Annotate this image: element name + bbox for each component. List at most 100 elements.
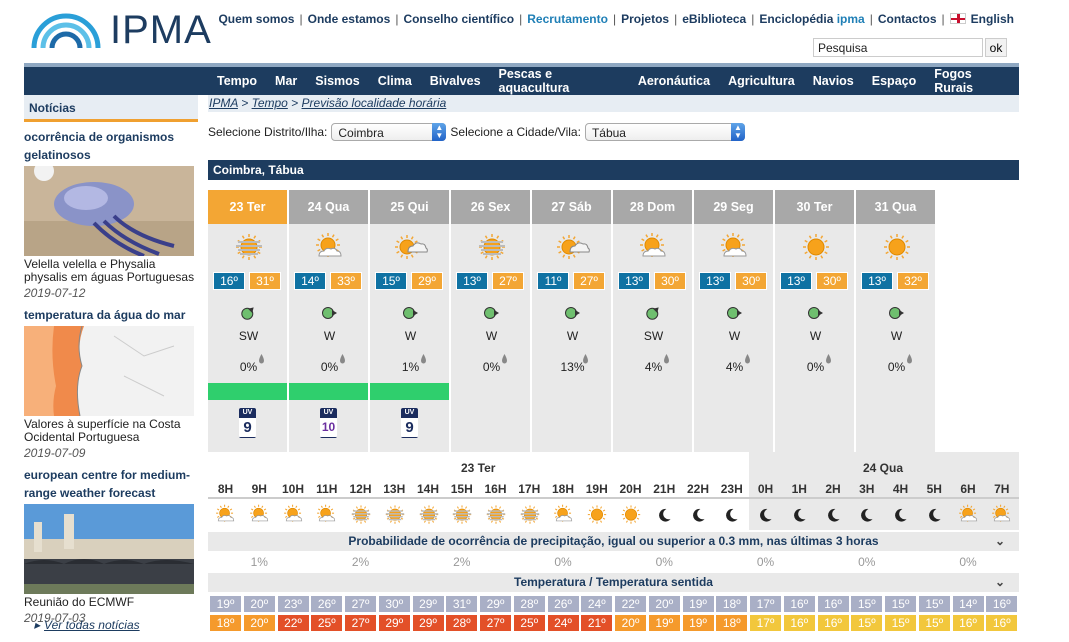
- wind-arrow-icon: [403, 307, 418, 319]
- all-news-link[interactable]: Ver todas notícias: [34, 618, 140, 632]
- precip-probability: 0%: [482, 360, 501, 374]
- link-english[interactable]: English: [945, 12, 1019, 26]
- day-column[interactable]: 24 Qua 14º 33º W 0% UV 10: [289, 190, 370, 452]
- location-title: Coimbra, Tábua: [208, 160, 1019, 180]
- link-conselho-cientifico[interactable]: Conselho científico: [398, 12, 519, 26]
- link-enciclopedia[interactable]: Enciclopédia ipma: [754, 12, 869, 26]
- hourly-feels-like: 18º: [210, 615, 241, 631]
- link-projetos[interactable]: Projetos: [616, 12, 674, 26]
- breadcrumb-current[interactable]: Previsão localidade horária: [302, 96, 447, 110]
- breadcrumb-ipma[interactable]: IPMA: [209, 96, 238, 110]
- news-title[interactable]: temperatura da água do mar: [24, 306, 198, 324]
- hourly-temperature: 26º: [311, 596, 343, 612]
- moon-icon: [928, 508, 941, 522]
- haze-sun-icon: [520, 505, 539, 524]
- hourly-weather: [552, 504, 585, 526]
- nav-sismos[interactable]: Sismos: [306, 74, 368, 88]
- temperature-section-title: Temperatura / Temperatura sentida: [514, 575, 713, 589]
- hour-label: 6H: [960, 482, 976, 496]
- hour-label: 21H: [653, 482, 676, 496]
- hourly-precip-value: 0%: [858, 555, 876, 569]
- cidade-select[interactable]: Tábua ▲ ▼: [584, 123, 745, 141]
- hour-label: 0H: [757, 482, 774, 496]
- temp-min: 11º: [537, 272, 569, 290]
- wind-indicator: [483, 305, 499, 321]
- nav-fogos-rurais[interactable]: Fogos Rurais: [925, 67, 1019, 95]
- link-recrutamento[interactable]: Recrutamento: [522, 12, 613, 26]
- day-column[interactable]: 29 Seg 13º 30º W 4%: [694, 190, 775, 452]
- temp-max: 30º: [816, 272, 848, 290]
- hourly-precip-value: 0%: [554, 555, 572, 569]
- search-input[interactable]: [813, 38, 983, 57]
- hour-label: 3H: [859, 482, 875, 496]
- precip-section-header[interactable]: Probabilidade de ocorrência de precipita…: [208, 532, 1019, 551]
- hour-label: 15H: [450, 482, 473, 496]
- news-image-sea-temperature[interactable]: [24, 326, 194, 416]
- temp-min: 13º: [618, 272, 650, 290]
- wind-direction: W: [323, 329, 336, 343]
- ipma-logo[interactable]: IPMA: [30, 8, 211, 52]
- precip-probability: 0%: [806, 360, 825, 374]
- day-column[interactable]: 27 Sáb 11º 27º W 13%: [532, 190, 613, 452]
- wind-indicator: [888, 305, 904, 321]
- hourly-weather: [957, 504, 990, 526]
- nav-bivalves[interactable]: Bivalves: [421, 74, 490, 88]
- day-column[interactable]: 28 Dom 13º 30º SW 4%: [613, 190, 694, 452]
- news-image-jellyfish[interactable]: [24, 166, 194, 256]
- nav-espaco[interactable]: Espaço: [863, 74, 925, 88]
- hourly-feels-like: 20º: [243, 615, 275, 631]
- haze-sun-icon: [479, 234, 505, 260]
- daily-forecast: 23 Ter 16º 31º SW 0% UV 9 24 Qua 14º 33º W…: [208, 190, 937, 452]
- day-column[interactable]: 26 Sex 13º 27º W 0%: [451, 190, 532, 452]
- news-title[interactable]: ocorrência de organismos gelatinosos: [24, 128, 198, 164]
- distrito-select[interactable]: Coimbra ▲ ▼: [331, 123, 447, 141]
- hourly-feels-like: 27º: [480, 615, 511, 631]
- nav-pescas[interactable]: Pescas e aquacultura: [490, 67, 629, 95]
- hourly-weather: [450, 504, 483, 526]
- nav-clima[interactable]: Clima: [369, 74, 421, 88]
- sun-cloud-icon: [283, 504, 302, 522]
- link-contactos[interactable]: Contactos: [873, 12, 942, 26]
- uk-flag-icon: [949, 13, 966, 24]
- hourly-feels-like: 15º: [851, 615, 883, 631]
- wind-indicator: [321, 305, 337, 321]
- chevron-down-icon: ⌄: [994, 534, 1005, 548]
- hourly-weather: [248, 504, 281, 526]
- news-title[interactable]: european centre for medium-range weather…: [24, 466, 198, 502]
- day-column[interactable]: 23 Ter 16º 31º SW 0% UV 9: [208, 190, 289, 452]
- day-label: 30 Ter: [775, 190, 854, 224]
- hourly-temperature: 23º: [277, 596, 309, 612]
- temperature-section-header[interactable]: Temperatura / Temperatura sentida ⌄: [208, 573, 1019, 592]
- link-onde-estamos[interactable]: Onde estamos: [303, 12, 396, 26]
- nav-tempo[interactable]: Tempo: [208, 74, 266, 88]
- hourly-feels-like: 20º: [615, 615, 646, 631]
- precip-probability: 4%: [725, 360, 744, 374]
- moon-icon: [726, 508, 738, 522]
- warning-level-bar: [208, 383, 287, 400]
- nav-aeronautica[interactable]: Aeronáutica: [629, 74, 719, 88]
- temp-max: 27º: [573, 272, 605, 290]
- hourly-feels-like: 19º: [648, 615, 680, 631]
- sun-icon: [884, 234, 910, 260]
- temp-min: 13º: [699, 272, 731, 290]
- uv-label: UV: [323, 409, 334, 416]
- day-label: 29 Seg: [694, 190, 773, 224]
- news-image-ecmwf[interactable]: [24, 504, 194, 594]
- day-label: 28 Dom: [613, 190, 692, 224]
- day-column[interactable]: 30 Ter 13º 30º W 0%: [775, 190, 856, 452]
- nav-navios[interactable]: Navios: [804, 74, 863, 88]
- ipma-arc-icon: [31, 13, 101, 49]
- day-column[interactable]: 25 Qui 15º 29º W 1% UV 9: [370, 190, 451, 452]
- link-ebiblioteca[interactable]: eBiblioteca: [677, 12, 751, 26]
- hourly-temperature: 28º: [513, 596, 545, 612]
- hourly-weather: [417, 504, 450, 526]
- day-column[interactable]: 31 Qua 13º 32º W 0%: [856, 190, 937, 452]
- search-ok-button[interactable]: ok: [985, 38, 1007, 57]
- nav-mar[interactable]: Mar: [266, 74, 306, 88]
- link-quem-somos[interactable]: Quem somos: [213, 12, 299, 26]
- nav-agricultura[interactable]: Agricultura: [719, 74, 804, 88]
- precip-probability: 0%: [320, 360, 339, 374]
- hourly-feels-like: 15º: [918, 615, 950, 631]
- hourly-temperature: 15º: [885, 596, 916, 612]
- breadcrumb-tempo[interactable]: Tempo: [252, 96, 288, 110]
